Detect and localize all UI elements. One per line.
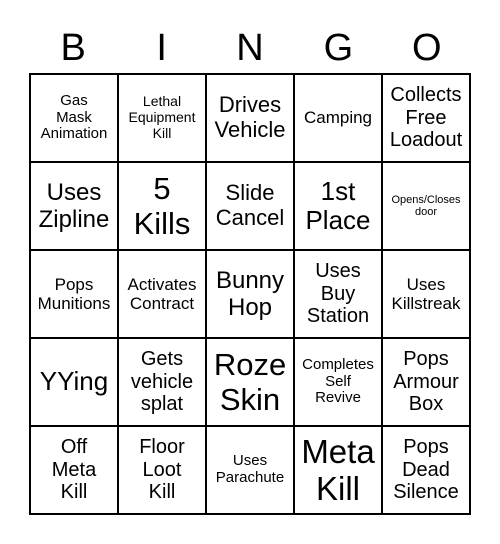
bingo-cell[interactable]: Uses Buy Station (294, 250, 382, 338)
bingo-cell[interactable]: Bunny Hop (206, 250, 294, 338)
bingo-cell[interactable]: Gets vehicle splat (118, 338, 206, 426)
header-letter-n: N (236, 27, 264, 69)
bingo-cell[interactable]: Pops Munitions (30, 250, 118, 338)
header-letter-i: I (156, 27, 167, 69)
header-letter-b: B (60, 27, 86, 69)
bingo-cell[interactable]: Uses Parachute (206, 426, 294, 514)
bingo-cell[interactable]: Drives Vehicle (206, 74, 294, 162)
bingo-cell[interactable]: Uses Killstreak (382, 250, 470, 338)
bingo-cell[interactable]: Lethal Equipment Kill (118, 74, 206, 162)
bingo-cell[interactable]: Activates Contract (118, 250, 206, 338)
header-letter-g: G (323, 27, 354, 69)
bingo-cell[interactable]: Completes Self Revive (294, 338, 382, 426)
bingo-cell[interactable]: 5 Kills (118, 162, 206, 250)
bingo-cell[interactable]: Slide Cancel (206, 162, 294, 250)
header-letter-o: O (412, 27, 442, 69)
bingo-cell[interactable]: Gas Mask Animation (30, 74, 118, 162)
bingo-cell[interactable]: Pops Dead Silence (382, 426, 470, 514)
bingo-cell[interactable]: Roze Skin (206, 338, 294, 426)
bingo-grid: Gas Mask Animation Lethal Equipment Kill… (29, 73, 471, 515)
bingo-cell[interactable]: Pops Armour Box (382, 338, 470, 426)
bingo-cell[interactable]: 1st Place (294, 162, 382, 250)
bingo-cell[interactable]: Collects Free Loadout (382, 74, 470, 162)
bingo-cell[interactable]: Opens/Closes door (382, 162, 470, 250)
bingo-cell[interactable]: Off Meta Kill (30, 426, 118, 514)
bingo-cell[interactable]: Floor Loot Kill (118, 426, 206, 514)
bingo-cell[interactable]: Uses Zipline (30, 162, 118, 250)
bingo-header: B I N G O (29, 24, 471, 72)
bingo-cell[interactable]: Meta Kill (294, 426, 382, 514)
bingo-cell[interactable]: Camping (294, 74, 382, 162)
bingo-cell[interactable]: YYing (30, 338, 118, 426)
